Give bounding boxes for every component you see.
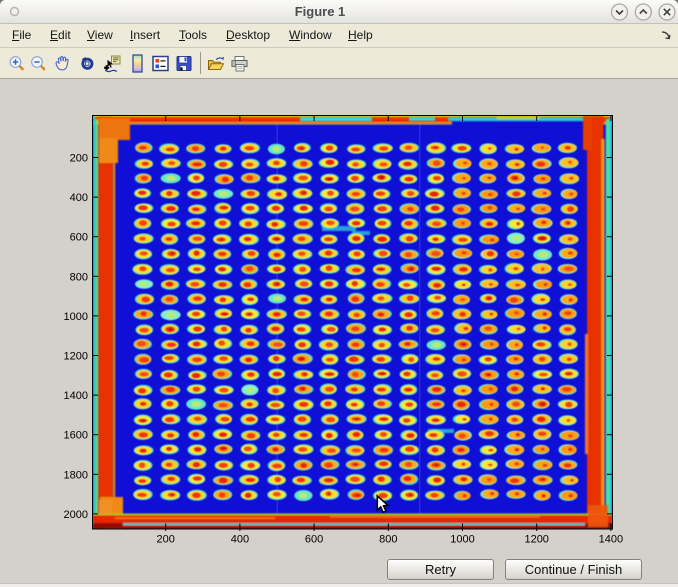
svg-text:1200: 1200	[64, 351, 88, 363]
svg-text:800: 800	[70, 271, 88, 283]
svg-text:1800: 1800	[64, 469, 88, 481]
svg-text:600: 600	[305, 534, 323, 546]
svg-text:2000: 2000	[64, 509, 88, 521]
svg-text:1200: 1200	[524, 534, 548, 546]
svg-text:600: 600	[70, 232, 88, 244]
svg-text:200: 200	[70, 153, 88, 165]
svg-text:400: 400	[70, 192, 88, 204]
svg-text:1000: 1000	[450, 534, 474, 546]
svg-text:1000: 1000	[64, 311, 88, 323]
svg-text:400: 400	[231, 534, 249, 546]
svg-text:800: 800	[379, 534, 397, 546]
svg-text:200: 200	[157, 534, 175, 546]
svg-text:1400: 1400	[599, 534, 623, 546]
svg-text:1400: 1400	[64, 390, 88, 402]
svg-text:1600: 1600	[64, 430, 88, 442]
